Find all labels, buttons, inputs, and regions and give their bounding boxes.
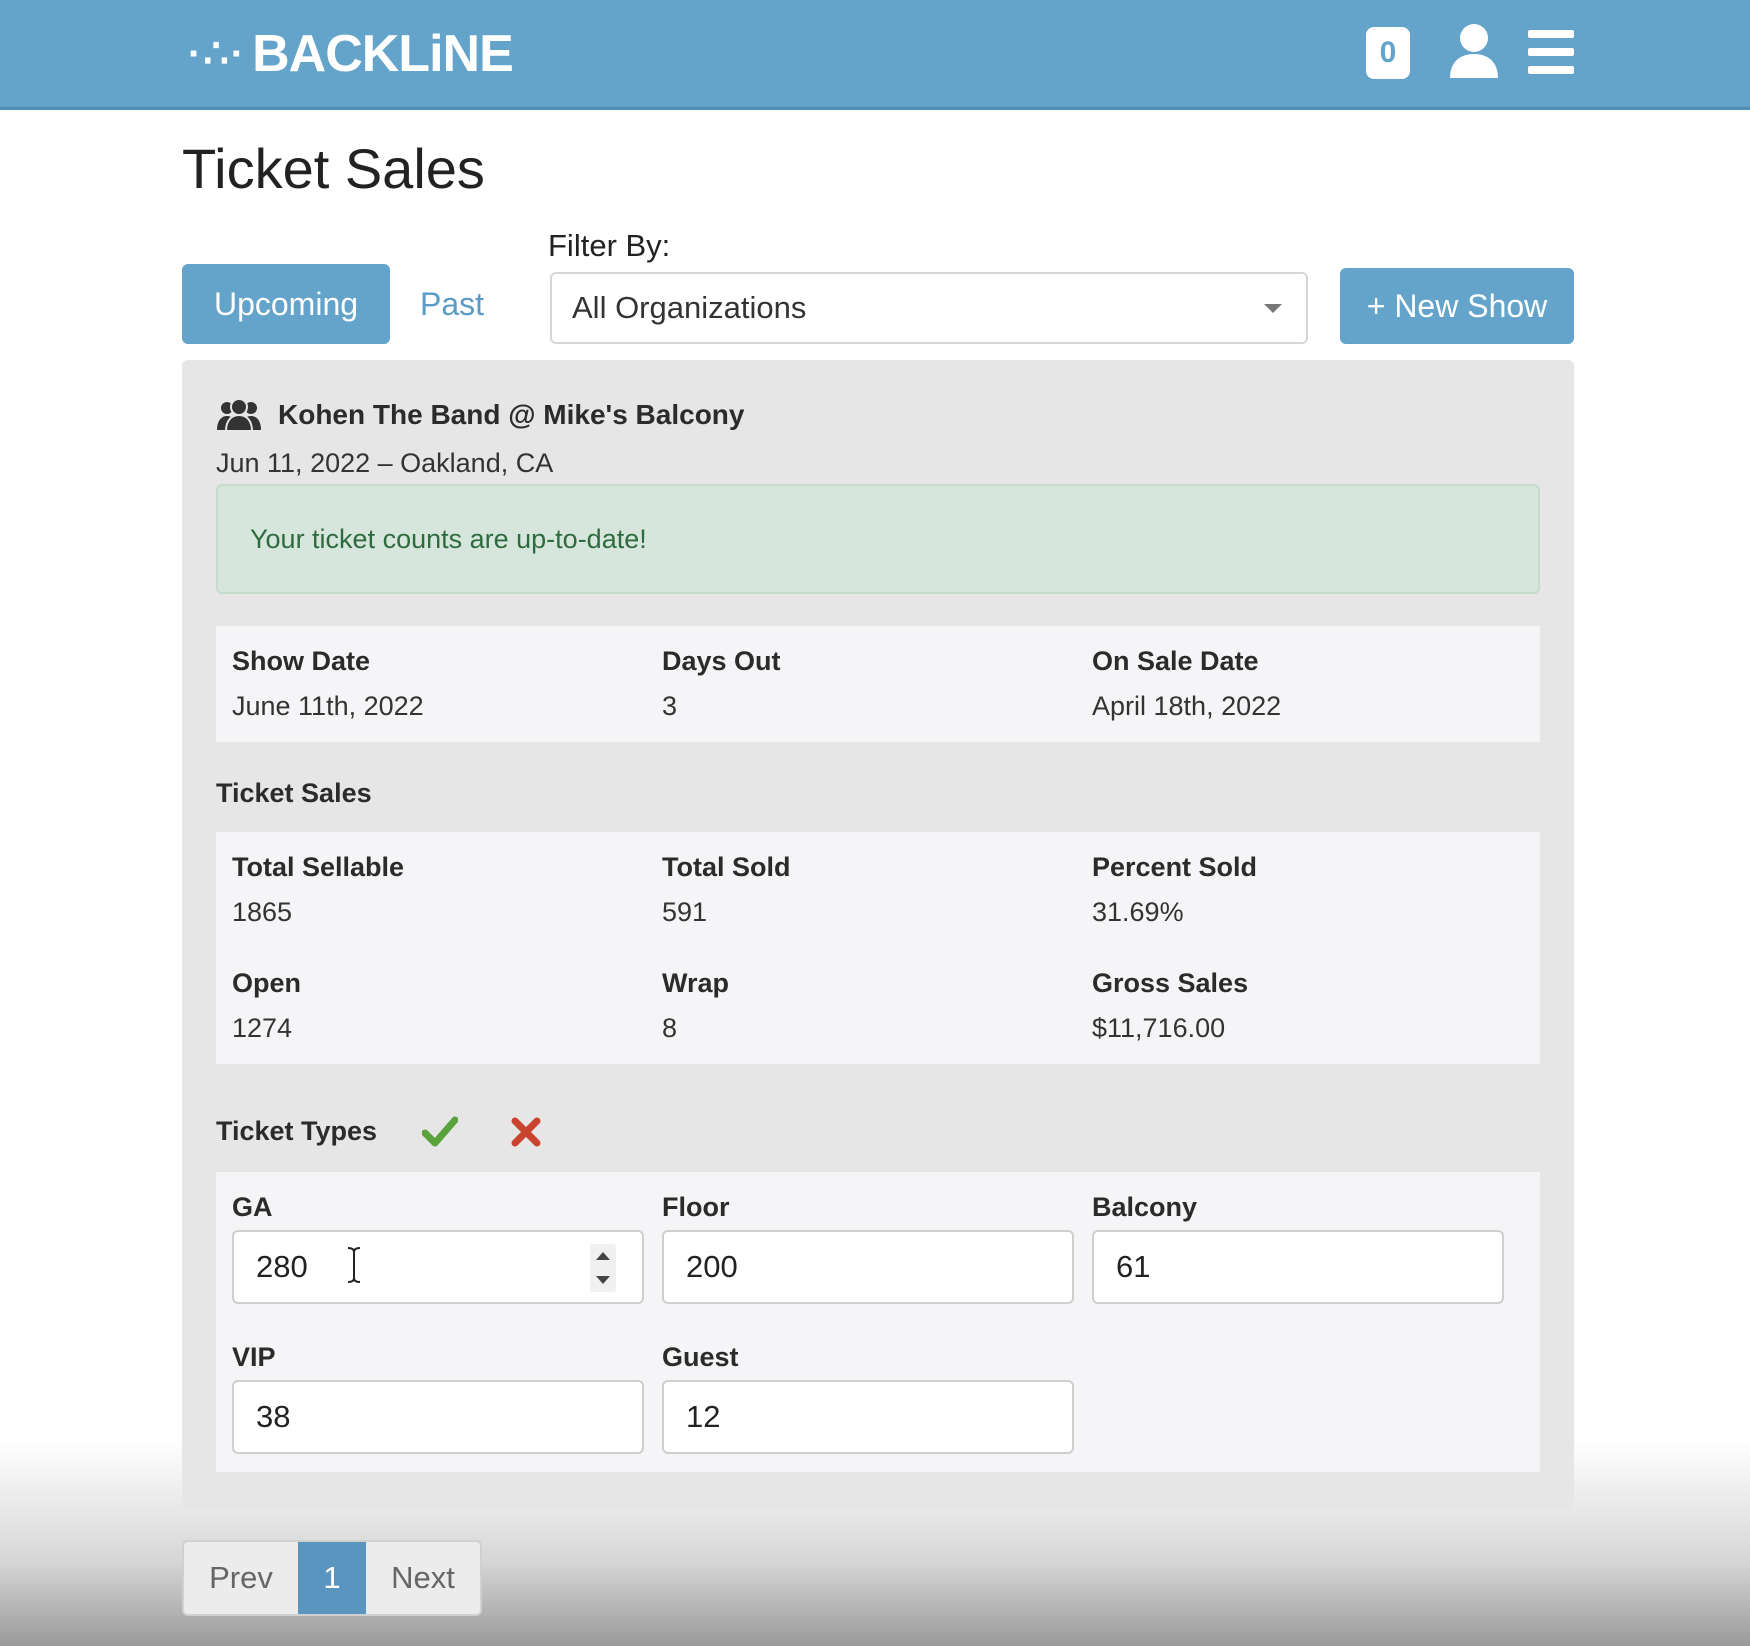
total-sellable-value: 1865 — [232, 897, 293, 927]
floor-label: Floor — [662, 1192, 730, 1222]
gross-sales-label: Gross Sales — [1092, 968, 1249, 998]
on-sale-date-cell: On Sale Date April 18th, 2022 — [1092, 646, 1281, 722]
group-icon — [217, 398, 261, 432]
new-show-button[interactable]: + New Show — [1340, 268, 1574, 344]
brand-mark: ·∴· — [188, 32, 247, 76]
balcony-count-input[interactable] — [1092, 1230, 1504, 1304]
event-title-row: Kohen The Band @ Mike's Balcony — [216, 398, 744, 432]
wrap-cell: Wrap 8 — [662, 968, 729, 1044]
days-out-cell: Days Out 3 — [662, 646, 781, 722]
filter-selected-value: All Organizations — [572, 290, 807, 325]
prev-page-button[interactable]: Prev — [184, 1542, 298, 1614]
ticket-sales-box: Total Sellable 1865 Total Sold 591 Perce… — [216, 832, 1540, 1064]
wrap-label: Wrap — [662, 968, 730, 998]
status-alert: Your ticket counts are up-to-date! — [216, 484, 1540, 594]
user-icon[interactable] — [1448, 22, 1500, 80]
on-sale-date-value: April 18th, 2022 — [1092, 691, 1282, 721]
total-sold-value: 591 — [662, 897, 708, 927]
text-cursor-icon — [347, 1247, 361, 1283]
event-panel: Kohen The Band @ Mike's Balcony Jun 11, … — [182, 360, 1574, 1508]
organization-filter-select[interactable]: All Organizations — [550, 272, 1308, 344]
ticket-types-heading: Ticket Types — [216, 1116, 378, 1146]
brand-name: BACKLiNE — [252, 25, 514, 83]
days-out-label: Days Out — [662, 646, 781, 676]
cancel-x-icon[interactable] — [510, 1116, 542, 1148]
on-sale-date-label: On Sale Date — [1092, 646, 1259, 676]
stepper-up-icon[interactable] — [596, 1252, 610, 1260]
ga-label: GA — [232, 1192, 273, 1222]
save-check-icon[interactable] — [422, 1115, 458, 1149]
wrap-value: 8 — [662, 1013, 678, 1043]
show-date-label: Show Date — [232, 646, 371, 676]
percent-sold-label: Percent Sold — [1092, 852, 1258, 882]
guest-count-input[interactable] — [662, 1380, 1074, 1454]
show-date-cell: Show Date June 11th, 2022 — [232, 646, 424, 722]
guest-label: Guest — [662, 1342, 739, 1372]
total-sold-cell: Total Sold 591 — [662, 852, 791, 928]
percent-sold-cell: Percent Sold 31.69% — [1092, 852, 1257, 928]
next-page-button[interactable]: Next — [366, 1542, 480, 1614]
open-label: Open — [232, 968, 302, 998]
top-navbar: ·∴· BACKLiNE 0 — [0, 0, 1750, 110]
vip-label: VIP — [232, 1342, 276, 1372]
total-sellable-label: Total Sellable — [232, 852, 405, 882]
total-sellable-cell: Total Sellable 1865 — [232, 852, 404, 928]
gross-sales-value: $11,716.00 — [1092, 1013, 1226, 1043]
hamburger-menu-icon[interactable] — [1528, 28, 1574, 76]
event-title: Kohen The Band @ Mike's Balcony — [278, 399, 745, 430]
filter-label: Filter By: — [548, 228, 671, 263]
open-cell: Open 1274 — [232, 968, 301, 1044]
notification-count-badge[interactable]: 0 — [1366, 27, 1410, 79]
ticket-types-box: GA Floor Balcony VIP Guest — [216, 1172, 1540, 1472]
current-page-button[interactable]: 1 — [298, 1542, 366, 1614]
open-value: 1274 — [232, 1013, 293, 1043]
show-dates-box: Show Date June 11th, 2022 Days Out 3 On … — [216, 626, 1540, 742]
ga-count-input[interactable] — [232, 1230, 644, 1304]
stepper-down-icon[interactable] — [596, 1276, 610, 1284]
vip-count-input[interactable] — [232, 1380, 644, 1454]
event-date-location: Jun 11, 2022 – Oakland, CA — [216, 448, 554, 478]
days-out-value: 3 — [662, 691, 678, 721]
total-sold-label: Total Sold — [662, 852, 791, 882]
tab-past[interactable]: Past — [416, 264, 488, 344]
brand-logo[interactable]: ·∴· BACKLiNE — [188, 25, 514, 83]
page-title: Ticket Sales — [182, 137, 485, 200]
balcony-label: Balcony — [1092, 1192, 1198, 1222]
ga-stepper-icon[interactable] — [590, 1244, 616, 1292]
gross-sales-cell: Gross Sales $11,716.00 — [1092, 968, 1248, 1044]
floor-count-input[interactable] — [662, 1230, 1074, 1304]
tab-upcoming[interactable]: Upcoming — [182, 264, 390, 344]
percent-sold-value: 31.69% — [1092, 897, 1184, 927]
pagination: Prev 1 Next — [182, 1540, 482, 1616]
dropdown-caret-icon — [1264, 304, 1282, 313]
ticket-sales-heading: Ticket Sales — [216, 778, 372, 808]
show-date-value: June 11th, 2022 — [232, 691, 424, 721]
